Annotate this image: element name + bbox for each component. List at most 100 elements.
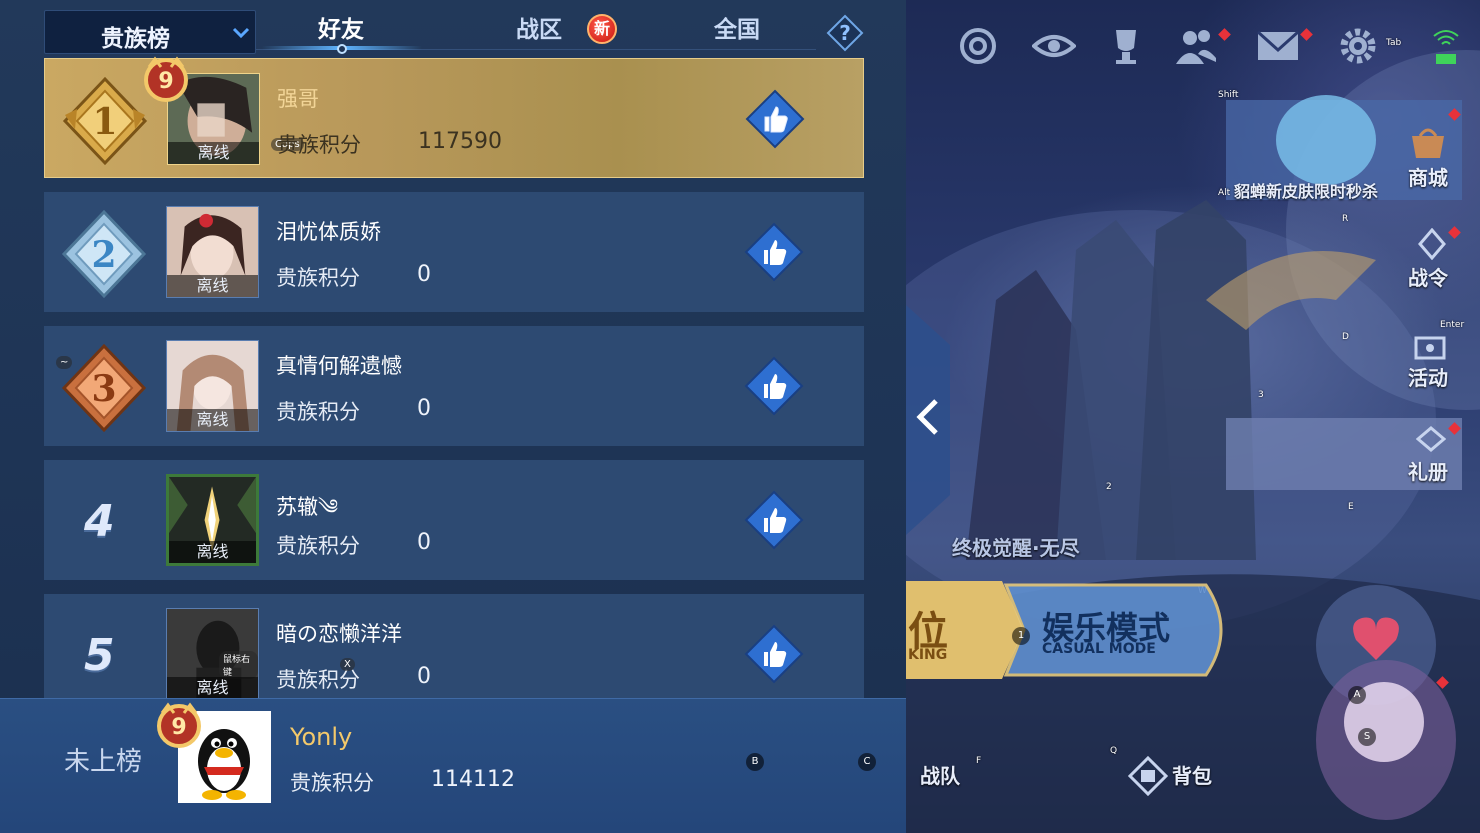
vip-level-text: 9: [158, 69, 173, 94]
rank-row-2[interactable]: 2 离线 泪忧体质娇 贵族积分 0: [44, 192, 864, 312]
rank-number: 5: [84, 630, 115, 681]
backpack-entry[interactable]: 背包: [1128, 750, 1238, 800]
self-score-label: 贵族积分: [290, 771, 374, 795]
casual-mode-en-label: CASUAL MODE: [1042, 641, 1156, 657]
tab-zone-label: 战区: [516, 17, 562, 43]
score-label: 贵族积分: [276, 534, 360, 558]
key-hint-c: C: [858, 753, 876, 771]
battle-pass-label: 战令: [1408, 266, 1448, 290]
self-rank-status: 未上榜: [64, 747, 143, 777]
shop-icon: [1412, 128, 1444, 158]
active-tab-dot: [337, 44, 347, 54]
svg-text:1: 1: [92, 101, 117, 143]
like-button[interactable]: [744, 222, 804, 282]
board-select-label: 贵族榜: [101, 26, 170, 52]
offline-tag: 离线: [167, 275, 258, 297]
self-rank-row: 未上榜 9 Yonly 贵族积分 114112 B C: [0, 698, 906, 833]
eye-icon[interactable]: [1032, 24, 1076, 68]
casual-mode-button[interactable]: 位 KING 1 娱乐模式 CASUAL MODE: [906, 575, 1236, 685]
battle-pass-icon: [1418, 228, 1446, 260]
gift-book-entry[interactable]: 礼册: [1226, 418, 1462, 490]
like-button[interactable]: [744, 490, 804, 550]
tab-zone[interactable]: 战区: [516, 10, 562, 54]
banner-text: 终极觉醒·无尽: [952, 536, 1080, 560]
key-hint-1: 1: [1012, 627, 1030, 645]
chevron-down-icon: [232, 27, 250, 39]
score-label: 贵族积分: [276, 400, 360, 424]
tab-friends-label: 好友: [318, 17, 364, 43]
rank-row-3[interactable]: 3 ~ 离线 真情何解遗憾 贵族积分 0: [44, 326, 864, 446]
rank-row-5[interactable]: 5 鼠标右键 离线 暗の恋懒洋洋 贵族积分 0 X: [44, 594, 864, 714]
player-name: 真情何解遗憾: [276, 354, 402, 378]
offline-tag: 离线: [167, 677, 258, 699]
offline-tag: 离线: [169, 541, 256, 563]
svg-text:?: ?: [839, 21, 851, 45]
like-button[interactable]: [744, 356, 804, 416]
key-hint-a: A: [1348, 686, 1366, 704]
key-hint-tilde: ~: [56, 356, 73, 369]
key-hint-r: R: [1342, 214, 1349, 224]
vip-level-badge: 9: [144, 56, 188, 102]
avatar[interactable]: 离线: [166, 474, 259, 566]
avatar[interactable]: 鼠标右键 离线: [166, 608, 259, 700]
player-name: 暗の恋懒洋洋: [276, 622, 402, 646]
activity-entry[interactable]: 活动: [1406, 328, 1462, 392]
avatar[interactable]: 离线: [166, 206, 259, 298]
gold-medal-icon: 1: [62, 76, 148, 166]
bronze-medal-icon: 3: [61, 343, 147, 433]
tab-nation[interactable]: 全国: [714, 10, 760, 54]
vip-level-text: 9: [171, 715, 186, 740]
help-icon[interactable]: ?: [826, 14, 864, 52]
key-hint-f: F: [976, 756, 982, 766]
score-label: 贵族积分: [277, 133, 361, 157]
game-lobby-background: Tab Shift 商城 貂蝉新皮肤限时秒杀 Alt R 战令 Enter D …: [906, 0, 1480, 833]
shop-label: 商城: [1408, 166, 1448, 190]
player-name: 强哥: [277, 87, 319, 111]
friends-icon[interactable]: [1174, 24, 1218, 68]
board-select-dropdown[interactable]: 贵族榜: [44, 10, 256, 54]
target-icon[interactable]: [956, 24, 1000, 68]
score-value: 0: [417, 664, 431, 689]
offline-tag: 离线: [168, 142, 259, 164]
collapse-arrow-icon[interactable]: [906, 305, 950, 535]
key-hint-mouse-right: 鼠标右键: [219, 651, 258, 679]
score-value: 0: [417, 530, 431, 555]
offline-tag: 离线: [167, 409, 258, 431]
gift-book-icon: [1416, 426, 1446, 452]
rank-mode-partial-en: KING: [908, 647, 948, 663]
rank-number: 4: [84, 496, 115, 547]
vip-level-badge: 9: [157, 702, 201, 748]
wifi-battery-icon: [1433, 30, 1459, 64]
score-value: 117590: [418, 129, 502, 154]
player-name: 泪忧体质娇: [276, 220, 381, 244]
like-button[interactable]: [745, 89, 805, 149]
team-entry[interactable]: 战队: [906, 750, 1006, 800]
ranking-top-bar: 贵族榜 好友 战区 新 全国 ?: [0, 0, 906, 56]
key-hint-q: Q: [1110, 746, 1118, 756]
score-value: 0: [417, 396, 431, 421]
mail-icon[interactable]: [1256, 24, 1300, 68]
key-hint-alt: Alt: [1218, 188, 1231, 198]
key-hint-tab: Tab: [1386, 38, 1402, 48]
key-hint-d: D: [1342, 332, 1349, 342]
key-hint-e: E: [1348, 502, 1354, 512]
shop-entry[interactable]: 商城 貂蝉新皮肤限时秒杀: [1226, 100, 1462, 201]
rank-row-1[interactable]: 1 离线 9 Caps 强哥 贵族积分 117590: [44, 56, 864, 178]
trophy-icon[interactable]: [1104, 24, 1148, 68]
key-hint-x: X: [340, 658, 355, 671]
rank-row-4[interactable]: 4 离线 苏辙༄ 贵族积分 0: [44, 460, 864, 580]
avatar[interactable]: 离线: [166, 340, 259, 432]
new-badge: 新: [587, 14, 617, 44]
key-hint-b: B: [746, 753, 764, 771]
svg-text:3: 3: [91, 368, 116, 410]
key-hint-2: 2: [1106, 482, 1112, 492]
self-score-value: 114112: [431, 767, 515, 792]
like-button[interactable]: [744, 624, 804, 684]
key-hint-3: 3: [1258, 390, 1264, 400]
score-value: 0: [417, 262, 431, 287]
gear-icon[interactable]: [1336, 24, 1380, 68]
key-hint-shift: Shift: [1218, 90, 1239, 100]
self-player-name: Yonly: [290, 723, 353, 751]
svg-text:2: 2: [91, 234, 116, 276]
activity-label: 活动: [1408, 366, 1448, 390]
